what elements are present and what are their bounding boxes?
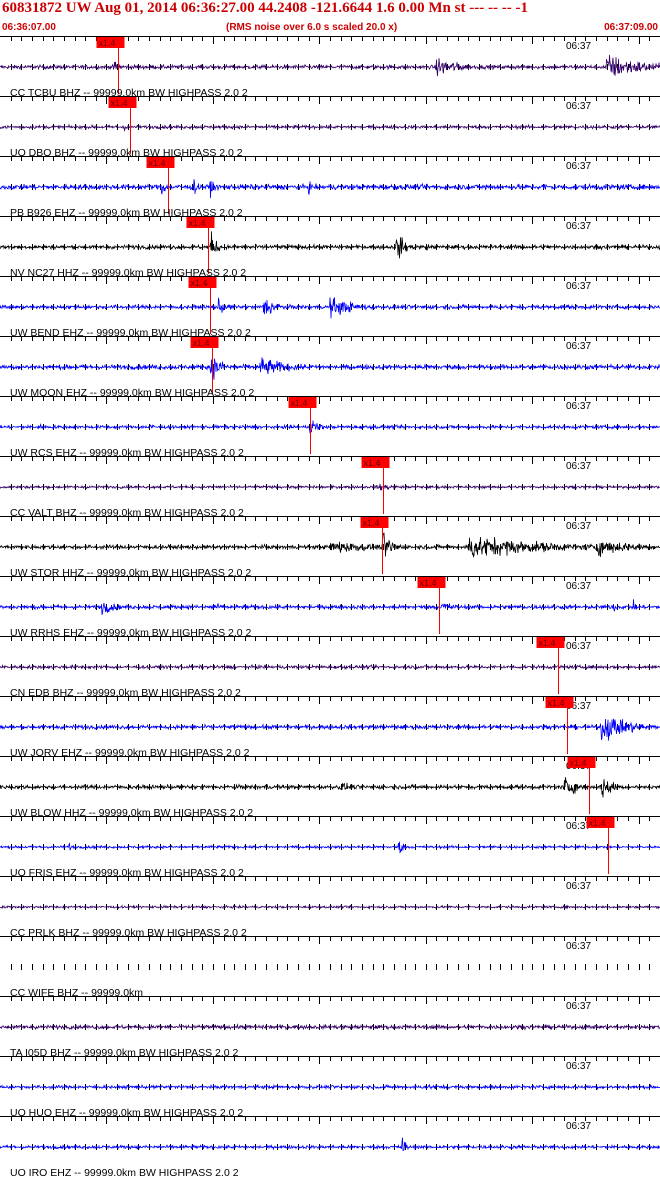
station-label: CC VALT BHZ -- 99999.0km BW HIGHPASS 2.0… [10, 507, 244, 519]
waveform-line [0, 841, 660, 854]
minute-tick-label: 06:37 [566, 1001, 591, 1012]
minute-tick-label: 06:37 [566, 221, 591, 232]
station-label: UW STOR HHZ -- 99999.0km BW HIGHPASS 2.0… [10, 567, 251, 579]
pick-label: x1.4 [149, 158, 166, 168]
seismogram-plot: 06:37x1.4CC TCBU BHZ -- 99999.0km BW HIG… [0, 36, 660, 1178]
station-label: UW RCS EHZ -- 99999.0km BW HIGHPASS 2.0 … [10, 447, 244, 459]
minute-tick-label: 06:37 [566, 1061, 591, 1072]
minute-tick-label: 06:37 [566, 101, 591, 112]
pick-label: x1.4 [291, 398, 308, 408]
trace-row: 06:37 x1.4 UO DBO BHZ -- 99999.0km BW HIGH… [0, 96, 660, 159]
station-label: UW MOON EHZ -- 99999.0km BW HIGHPASS 2.0… [10, 387, 254, 399]
minute-tick-label: 06:37 [566, 161, 591, 172]
minute-tick-label: 06:37 [566, 1121, 591, 1132]
station-label: CN EDB BHZ -- 99999.0km BW HIGHPASS 2.0 … [10, 687, 241, 699]
minute-tick-label: 06:37 [566, 581, 591, 592]
trace-row: 06:37 CC WIFE BHZ -- 99999.0km [0, 936, 660, 999]
pick-label: x1.4 [99, 38, 116, 48]
pick-label: x1.4 [363, 518, 380, 528]
minute-tick-label: 06:37 [566, 341, 591, 352]
minute-tick-label: 06:37 [566, 641, 591, 652]
trace-row: 06:37 x1.4 UW STOR HHZ -- 99999.0km BW HIG… [0, 516, 660, 579]
minute-tick-label: 06:37 [566, 881, 591, 892]
station-label: TA I05D BHZ -- 99999.0km BW HIGHPASS 2.0… [10, 1047, 239, 1059]
trace-row: 06:37 x1.4 UW MOON EHZ -- 99999.0km BW HIG… [0, 336, 660, 399]
station-label: UW BLOW HHZ -- 99999.0km BW HIGHPASS 2.0… [10, 807, 253, 819]
pick-label: x1.4 [193, 338, 210, 348]
start-time-label: 06:36:07.00 [2, 22, 56, 33]
waveform-line [0, 532, 660, 558]
event-title: 60831872 UW Aug 01, 2014 06:36:27.00 44.… [2, 0, 528, 16]
pick-label: x1.4 [539, 638, 556, 648]
trace-row: 06:37x1.4UW BLOW HHZ -- 99999.0km BW HIG… [0, 756, 660, 819]
trace-row: 06:37x1.4NV NC27 HHZ -- 99999.0km BW HIG… [0, 216, 660, 279]
trace-row: 06:37 x1.4 UW RRHS EHZ -- 99999.0km BW HIG… [0, 576, 660, 639]
station-label: UO HUO EHZ -- 99999.0km BW HIGHPASS 2.0 … [10, 1107, 243, 1119]
pick-label: x1.4 [189, 218, 206, 228]
station-label: UO FRIS EHZ -- 99999.0km BW HIGHPASS 2.0… [10, 867, 244, 879]
trace-row: 06:37x1.4UW JORV EHZ -- 99999.0km BW HIG… [0, 696, 660, 759]
pick-label: x1.4 [191, 278, 208, 288]
pick-label: x1.4 [589, 818, 606, 828]
minute-tick-label: 06:37 [566, 461, 591, 472]
pick-label: x1.4 [364, 458, 381, 468]
pick-label: x1.4 [420, 578, 437, 588]
record-header: 60831872 UW Aug 01, 2014 06:36:27.00 44.… [0, 0, 660, 36]
minute-tick-label: 06:37 [566, 41, 591, 52]
station-label: UO DBO BHZ -- 99999.0km BW HIGHPASS 2.0 … [10, 147, 243, 159]
end-time-label: 06:37:09.00 [604, 22, 658, 33]
waveform-line [0, 777, 660, 798]
pick-label: x1.4 [111, 98, 128, 108]
station-label: UW RRHS EHZ -- 99999.0km BW HIGHPASS 2.0… [10, 627, 252, 639]
waveform-line [0, 420, 660, 434]
rms-noise-subtitle: (RMS noise over 6.0 s scaled 20.0 x) [226, 22, 398, 33]
pick-label: x1.4 [548, 698, 565, 708]
trace-row: 06:37 x1.4 CN EDB BHZ -- 99999.0km BW HIGH… [0, 636, 660, 699]
minute-tick-label: 06:37 [566, 521, 591, 532]
trace-row: 06:37 TA I05D BHZ -- 99999.0km BW HIGHPAS… [0, 996, 660, 1059]
minute-tick-label: 06:37 [566, 281, 591, 292]
minute-tick-label: 06:37 [566, 401, 591, 412]
trace-row: 06:37 x1.4 UW RCS EHZ -- 99999.0km BW HIGH… [0, 396, 660, 459]
trace-row: 06:37 x1.4 CC VALT BHZ -- 99999.0km BW HIG… [0, 456, 660, 519]
trace-row: 06:37CC PRLK BHZ -- 99999.0km BW HIGHPAS… [0, 876, 660, 939]
trace-row: 06:37x1.4CC TCBU BHZ -- 99999.0km BW HIG… [0, 36, 660, 99]
station-label: CC WIFE BHZ -- 99999.0km [10, 987, 143, 999]
trace-row: 06:37x1.4PB B926 EHZ -- 99999.0km BW HIG… [0, 156, 660, 219]
minute-tick-label: 06:37 [566, 941, 591, 952]
pick-label: x1.4 [570, 758, 587, 768]
station-label: UO IRO EHZ -- 99999.0km BW HIGHPASS 2.0 … [10, 1167, 239, 1178]
trace-row: 06:37x1.4UW BEND EHZ -- 99999.0km BW HIG… [0, 276, 660, 339]
trace-row: 06:37x1.4UO FRIS EHZ -- 99999.0km BW HIG… [0, 816, 660, 879]
trace-row: 06:37 UO HUO EHZ -- 99999.0km BW HIGHPASS… [0, 1056, 660, 1119]
trace-row: 06:37 UO IRO EHZ -- 99999.0km BW HIGHPASS… [0, 1116, 660, 1178]
